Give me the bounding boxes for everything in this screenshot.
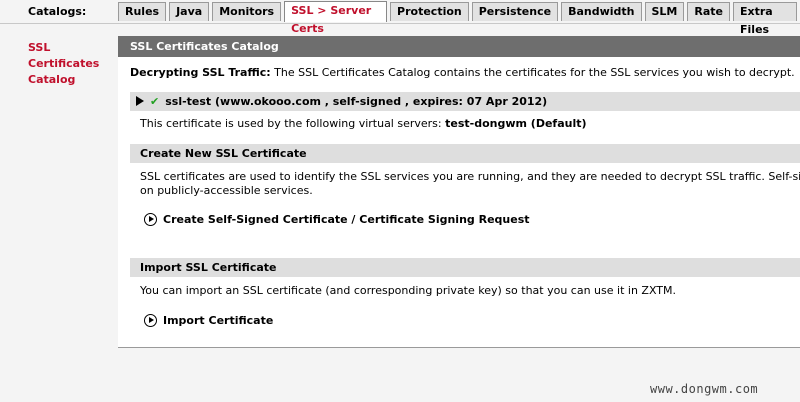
catalogs-label: Catalogs: <box>28 5 87 18</box>
catalog-tab-bar: Catalogs: Rules Java Monitors SSL > Serv… <box>0 0 800 36</box>
sidebar-link-ssl-certificates-catalog[interactable]: SSL Certificates Catalog <box>28 40 108 88</box>
tab-rate[interactable]: Rate <box>687 2 731 21</box>
create-section-title: Create New SSL Certificate <box>140 147 307 160</box>
certificate-usage-servers: test-dongwm (Default) <box>445 117 587 130</box>
import-section-title: Import SSL Certificate <box>140 261 277 274</box>
tab-bandwidth[interactable]: Bandwidth <box>561 2 642 21</box>
certificate-row[interactable]: ✔ ssl-test (www.okooo.com , self-signed ,… <box>130 92 800 111</box>
create-section-description-line2: on publicly-accessible services. <box>140 184 313 197</box>
intro-label: Decrypting SSL Traffic: <box>130 66 271 79</box>
certificate-usage: This certificate is used by the followin… <box>140 117 587 130</box>
create-certificate-action[interactable]: Create Self-Signed Certificate / Certifi… <box>144 213 530 226</box>
watermark-text: www.dongwm.com <box>650 382 759 396</box>
sidebar: SSL Certificates Catalog <box>28 40 108 88</box>
import-certificate-action[interactable]: Import Certificate <box>144 314 273 327</box>
play-circle-icon[interactable] <box>144 213 157 226</box>
checkmark-icon: ✔ <box>150 95 160 108</box>
certificate-usage-text: This certificate is used by the followin… <box>140 117 446 130</box>
create-section-header: Create New SSL Certificate <box>130 144 800 163</box>
divider <box>118 347 800 348</box>
tab-protection[interactable]: Protection <box>390 2 469 21</box>
sidebar-link-line1[interactable]: SSL <box>28 40 108 56</box>
page-title: SSL Certificates Catalog <box>118 36 800 57</box>
expand-arrow-icon[interactable] <box>136 96 144 106</box>
main-panel: SSL Certificates Catalog Decrypting SSL … <box>118 36 800 348</box>
sidebar-link-line2[interactable]: Certificates <box>28 56 108 72</box>
intro-text: Decrypting SSL Traffic: The SSL Certific… <box>130 66 795 79</box>
tab-rules[interactable]: Rules <box>118 2 167 21</box>
tab-monitors[interactable]: Monitors <box>212 2 282 21</box>
tab-ssl-server-certs[interactable]: SSL > Server Certs <box>284 1 388 35</box>
tab-java[interactable]: Java <box>169 2 210 21</box>
import-section-header: Import SSL Certificate <box>130 258 800 277</box>
import-section-description: You can import an SSL certificate (and c… <box>140 284 677 297</box>
catalog-tabs: Rules Java Monitors SSL > Server Certs P… <box>118 1 800 36</box>
create-certificate-link[interactable]: Create Self-Signed Certificate / Certifi… <box>163 213 530 226</box>
intro-description: The SSL Certificates Catalog contains th… <box>270 66 795 79</box>
create-section-description-line1: SSL certificates are used to identify th… <box>140 170 800 183</box>
import-certificate-link[interactable]: Import Certificate <box>163 314 273 327</box>
play-circle-icon[interactable] <box>144 314 157 327</box>
certificate-summary[interactable]: ssl-test (www.okooo.com , self-signed , … <box>165 95 547 108</box>
tab-extra-files[interactable]: Extra Files <box>733 2 797 36</box>
tab-persistence[interactable]: Persistence <box>471 2 559 21</box>
tab-slm[interactable]: SLM <box>644 2 685 21</box>
sidebar-link-line3[interactable]: Catalog <box>28 72 108 88</box>
